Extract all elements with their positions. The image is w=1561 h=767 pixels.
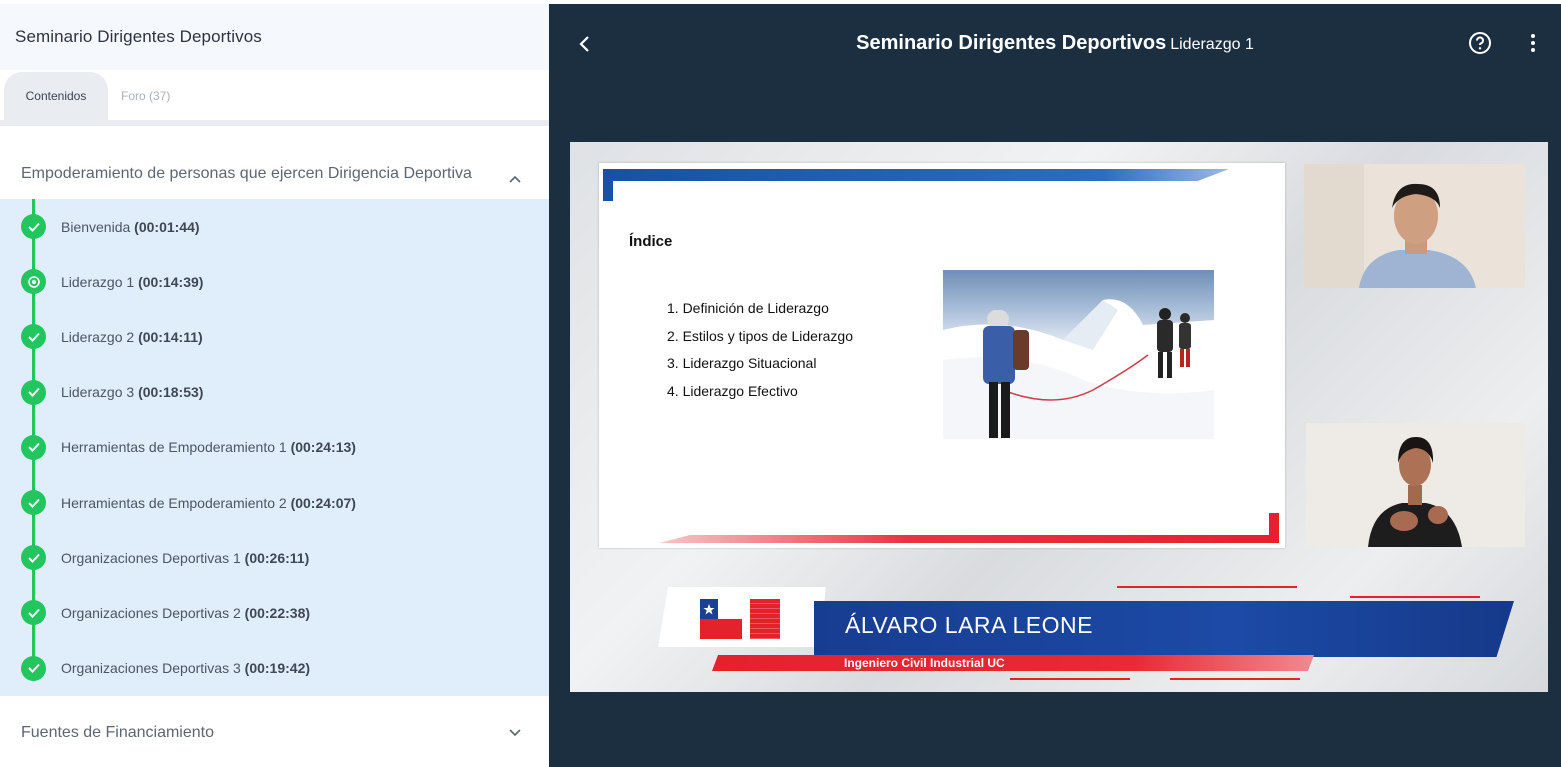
- check-icon: [21, 655, 46, 681]
- speaker-camera: [1304, 164, 1525, 288]
- lesson-item[interactable]: Herramientas de Empoderamiento 1 (00:24:…: [0, 420, 549, 475]
- presentation-slide: Índice 1. Definición de Liderazgo 2. Est…: [599, 163, 1285, 548]
- lower-third-decoration: [1117, 586, 1297, 588]
- chevron-down-icon: [509, 726, 521, 740]
- speaker-role: Ingeniero Civil Industrial UC: [844, 656, 1005, 670]
- lesson-item[interactable]: Organizaciones Deportivas 2 (00:22:38): [0, 585, 549, 640]
- lesson-item-current[interactable]: Liderazgo 1 (00:14:39): [0, 254, 549, 309]
- lower-third-decoration: [1010, 678, 1130, 680]
- lesson-label: Liderazgo 3 (00:18:53): [61, 384, 204, 401]
- course-name: Seminario Dirigentes Deportivos: [856, 32, 1167, 54]
- lesson-label: Herramientas de Empoderamiento 2 (00:24:…: [61, 494, 356, 511]
- app: Seminario Dirigentes Deportivos Contenid…: [0, 0, 1561, 767]
- current-lesson-icon: [21, 269, 46, 295]
- lesson-name: Liderazgo 1: [1170, 36, 1254, 53]
- lesson-label: Liderazgo 1 (00:14:39): [61, 273, 204, 290]
- lesson-label: Bienvenida (00:01:44): [61, 218, 200, 235]
- check-icon: [21, 434, 46, 460]
- chevron-up-icon: [509, 168, 521, 190]
- course-sidebar: Seminario Dirigentes Deportivos Contenid…: [0, 4, 549, 767]
- video-player-panel: Seminario Dirigentes Deportivos Liderazgo…: [549, 4, 1561, 767]
- lesson-label: Organizaciones Deportivas 2 (00:22:38): [61, 604, 311, 621]
- lesson-item[interactable]: Bienvenida (00:01:44): [0, 199, 549, 254]
- player-title: Seminario Dirigentes Deportivos Liderazgo…: [549, 32, 1561, 55]
- slide-list-item: 2. Estilos y tipos de Liderazgo: [667, 327, 853, 344]
- lesson-label: Herramientas de Empoderamiento 1 (00:24:…: [61, 439, 356, 456]
- government-logo: [658, 587, 826, 647]
- lesson-item[interactable]: Organizaciones Deportivas 1 (00:26:11): [0, 530, 549, 585]
- slide-heading: Índice: [629, 233, 673, 250]
- check-icon: [21, 545, 46, 571]
- mountaineering-photo: [943, 270, 1214, 439]
- slide-index-list: 1. Definición de Liderazgo 2. Estilos y …: [667, 300, 853, 410]
- player-topbar: Seminario Dirigentes Deportivos Liderazgo…: [549, 4, 1561, 86]
- check-icon: [21, 214, 46, 240]
- slide-decoration: [603, 169, 1229, 181]
- section-title: Fuentes de Financiamiento: [21, 724, 214, 741]
- lower-third-decoration: [1170, 678, 1300, 680]
- lesson-item[interactable]: Liderazgo 2 (00:14:11): [0, 309, 549, 364]
- slide-decoration: [603, 169, 613, 201]
- video-frame[interactable]: Índice 1. Definición de Liderazgo 2. Est…: [570, 142, 1548, 692]
- chile-flag-icon: [700, 599, 742, 639]
- slide-decoration: [1269, 513, 1279, 543]
- tab-foro[interactable]: Foro (37): [121, 72, 170, 120]
- institution-logo-block: [750, 599, 780, 639]
- lesson-item[interactable]: Organizaciones Deportivas 3 (00:19:42): [0, 641, 549, 696]
- section-header-empoderamiento[interactable]: Empoderamiento de personas que ejercen D…: [0, 126, 549, 199]
- slide-list-item: 4. Liderazgo Efectivo: [667, 382, 798, 399]
- section-title: Empoderamiento de personas que ejercen D…: [21, 165, 472, 182]
- lesson-label: Organizaciones Deportivas 1 (00:26:11): [61, 549, 310, 566]
- role-bar: [712, 655, 1314, 671]
- check-icon: [21, 379, 46, 405]
- sign-language-camera: [1306, 423, 1525, 547]
- check-icon: [21, 324, 46, 350]
- lesson-label: Organizaciones Deportivas 3 (00:19:42): [61, 660, 311, 677]
- lesson-label: Liderazgo 2 (00:14:11): [61, 328, 203, 345]
- speaker-name: ÁLVARO LARA LEONE: [845, 612, 1093, 638]
- help-circle-icon[interactable]: [1468, 31, 1492, 55]
- sidebar-tabs: Contenidos Foro (37): [0, 70, 549, 126]
- slide-decoration: [659, 535, 1279, 543]
- lesson-item[interactable]: Liderazgo 3 (00:18:53): [0, 365, 549, 420]
- tab-contenidos[interactable]: Contenidos: [4, 72, 108, 120]
- more-vertical-icon[interactable]: [1527, 31, 1539, 55]
- slide-list-item: 1. Definición de Liderazgo: [667, 300, 829, 316]
- sidebar-header: Seminario Dirigentes Deportivos: [0, 4, 549, 70]
- slide-list-item: 3. Liderazgo Situacional: [667, 355, 817, 371]
- check-icon: [21, 490, 46, 516]
- course-title: Seminario Dirigentes Deportivos: [15, 27, 262, 46]
- section-header-financiamiento[interactable]: Fuentes de Financiamiento: [0, 696, 549, 756]
- lesson-item[interactable]: Herramientas de Empoderamiento 2 (00:24:…: [0, 475, 549, 530]
- lesson-list: Bienvenida (00:01:44) Liderazgo 1 (00:14…: [0, 199, 549, 696]
- check-icon: [21, 600, 46, 626]
- lower-third-decoration: [1350, 596, 1480, 598]
